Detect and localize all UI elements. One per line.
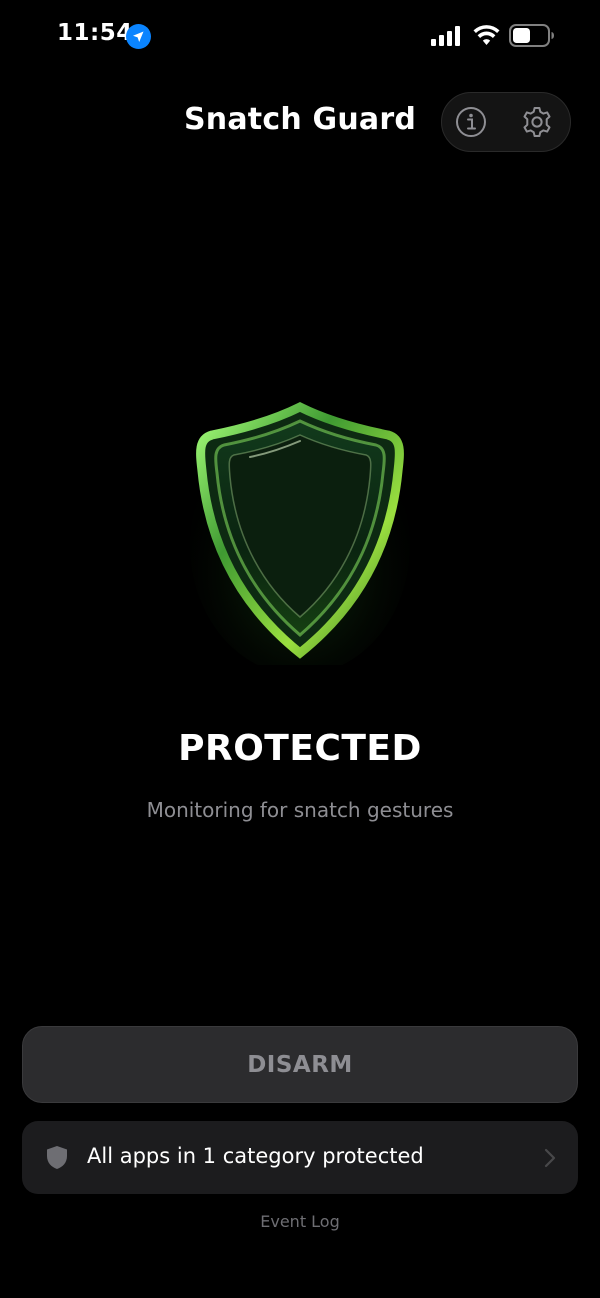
gear-icon: [523, 107, 551, 137]
status-bar: 11:54: [0, 0, 600, 72]
disarm-label: DISARM: [247, 1051, 353, 1078]
event-log-link[interactable]: Event Log: [0, 1212, 600, 1231]
signal-icon: [431, 26, 460, 46]
status-time: 11:54: [57, 20, 133, 46]
location-icon: [126, 24, 151, 49]
disarm-button[interactable]: DISARM: [22, 1026, 578, 1103]
protection-summary-label: All apps in 1 category protected: [87, 1144, 424, 1168]
battery-icon: [509, 24, 554, 47]
info-icon: [456, 107, 486, 137]
protection-status: PROTECTED: [178, 728, 422, 769]
status-subtitle: Monitoring for snatch gestures: [146, 798, 454, 822]
chevron-right-icon: [544, 1148, 556, 1168]
wifi-icon: [473, 25, 500, 45]
settings-button[interactable]: [518, 103, 556, 141]
shield-icon: [47, 1146, 67, 1169]
shield-graphic: [190, 401, 410, 665]
header-actions: [441, 92, 571, 152]
protection-summary-row[interactable]: All apps in 1 category protected: [22, 1121, 578, 1194]
info-button[interactable]: [452, 103, 490, 141]
